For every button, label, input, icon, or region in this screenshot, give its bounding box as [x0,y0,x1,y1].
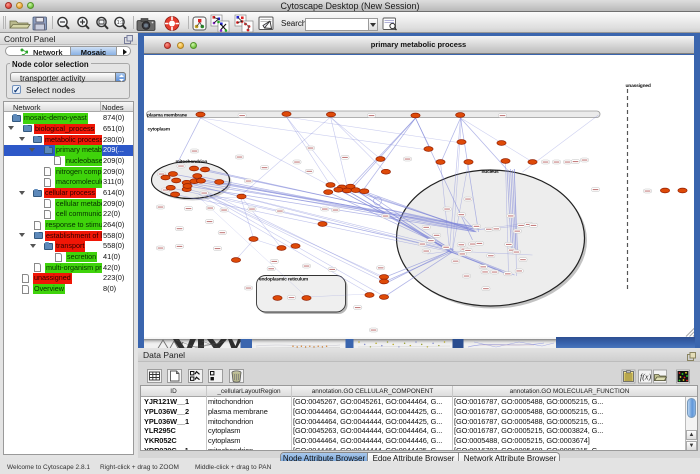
svg-text:endoplasmic reticulum: endoplasmic reticulum [259,276,309,282]
svg-text:cytoplasm: cytoplasm [147,127,170,133]
svg-text:mitochondrion: mitochondrion [175,159,207,165]
svg-text:nucleus: nucleus [481,169,499,175]
svg-text:f(x): f(x) [640,373,651,382]
svg-text:unassigned: unassigned [625,83,650,89]
svg-text:1:1: 1:1 [117,20,124,26]
svg-text:plasma membrane: plasma membrane [147,112,187,118]
